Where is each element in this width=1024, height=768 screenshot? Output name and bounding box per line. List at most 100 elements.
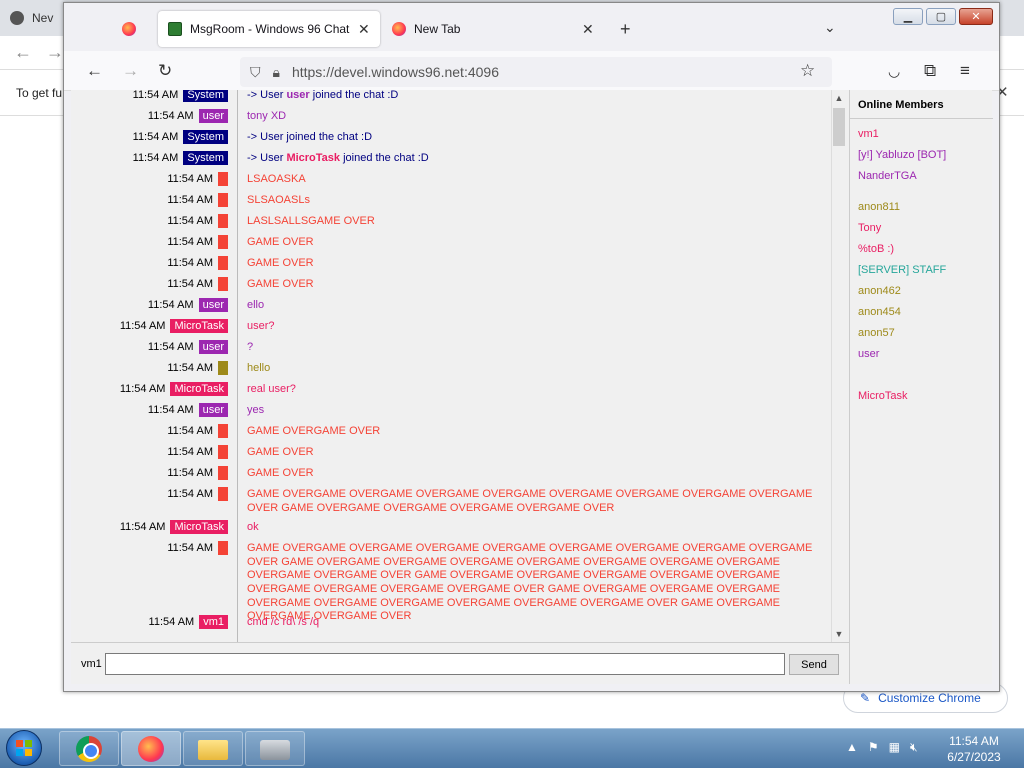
member-item[interactable]: [y!] Yabluzo [BOT] [858, 149, 946, 161]
new-tab-button[interactable]: + [620, 19, 631, 40]
message-time: 11:54 AM [119, 383, 166, 395]
user-badge[interactable] [218, 361, 228, 375]
forward-icon[interactable]: → [122, 61, 139, 81]
send-button[interactable]: Send [789, 654, 839, 675]
user-badge[interactable] [218, 214, 228, 228]
taskbar-clock[interactable]: 11:54 AM 6/27/2023 [944, 733, 1004, 765]
reload-icon[interactable]: ↻ [158, 61, 172, 81]
user-badge[interactable]: user [198, 298, 228, 312]
user-badge[interactable] [218, 445, 228, 459]
user-badge[interactable] [218, 277, 228, 291]
taskbar-firefox[interactable] [121, 731, 181, 766]
member-item[interactable]: anon57 [858, 327, 895, 339]
minimize-button[interactable]: ▁ [893, 8, 923, 25]
chat-log[interactable]: System 11:54 AM -> User user joined the ch… [71, 90, 830, 642]
message-text-prefix: ? [247, 341, 254, 353]
tab-msgroom[interactable]: MsgRoom - Windows 96 Chat ✕ [158, 11, 380, 47]
folder-icon [198, 740, 228, 760]
user-badge[interactable] [218, 424, 228, 438]
message-text: LSAOASKA [247, 173, 824, 187]
member-item[interactable]: %toB :) [858, 243, 894, 255]
user-badge[interactable]: System [183, 130, 228, 144]
network-icon[interactable]: ▦ [889, 740, 900, 755]
member-item[interactable]: anon454 [858, 306, 901, 318]
close-window-button[interactable]: ✕ [959, 8, 993, 25]
pencil-icon: ✎ [860, 691, 871, 705]
user-badge[interactable] [218, 235, 228, 249]
user-badge[interactable]: user [198, 403, 228, 417]
message-text-prefix: GAME OVERGAME OVER [247, 425, 381, 437]
chrome-tab[interactable]: Nev [10, 4, 70, 32]
pocket-icon[interactable]: ◡ [888, 63, 900, 80]
message-text: GAME OVER [247, 467, 824, 481]
user-badge[interactable] [218, 193, 228, 207]
list-all-tabs-icon[interactable]: ⌄ [824, 19, 836, 36]
message-text-prefix: -> User [247, 152, 287, 164]
user-badge[interactable]: user [198, 340, 228, 354]
chrome-forward-icon[interactable]: → [46, 42, 64, 63]
user-badge[interactable]: System [183, 90, 228, 102]
user-badge[interactable] [218, 487, 228, 501]
user-badge[interactable]: vm1 [199, 615, 228, 630]
message-text-prefix: hello [247, 362, 271, 374]
volume-muted-icon[interactable]: 🔇︎ [910, 740, 918, 755]
nickname-label: vm1 [81, 658, 102, 670]
show-hidden-icons-icon[interactable]: ▲ [846, 740, 858, 755]
taskbar-chrome[interactable] [59, 731, 119, 766]
time-column-divider [237, 90, 238, 642]
system-tray: ▲ ⚑ ▦ 🔇︎ [846, 740, 918, 755]
member-item[interactable]: user [858, 348, 879, 360]
chat-scrollbar[interactable] [831, 90, 847, 642]
member-item[interactable]: [SERVER] STAFF [858, 264, 946, 276]
user-badge[interactable]: System [183, 151, 228, 165]
lock-icon[interactable]: 🔒︎ [273, 64, 280, 81]
firefox-icon [138, 736, 164, 762]
chat-message: System 11:54 AM -> User user joined the ch… [71, 90, 828, 106]
message-time: 11:54 AM [167, 278, 213, 290]
user-badge[interactable] [218, 256, 228, 270]
user-badge[interactable]: user [198, 109, 228, 123]
user-badge[interactable]: MicroTask [170, 520, 228, 535]
chat-scrollbar-thumb[interactable] [833, 108, 845, 146]
url-bar[interactable]: ⛉ 🔒︎ https://devel.windows96.net:4096 [240, 57, 832, 87]
firefox-tab-pinned[interactable] [112, 11, 152, 47]
user-badge[interactable]: MicroTask [170, 382, 228, 396]
user-badge[interactable] [218, 541, 228, 556]
taskbar-explorer[interactable] [183, 731, 243, 766]
chat-message: user 11:54 AM ello [71, 295, 828, 316]
message-text-prefix: SLSAOASLs [247, 194, 310, 206]
back-icon[interactable]: ← [86, 61, 103, 81]
member-item[interactable]: Tony [858, 222, 881, 234]
chrome-back-icon[interactable]: ← [14, 42, 32, 63]
menu-icon[interactable]: ≡ [960, 61, 970, 81]
tab-close-icon[interactable]: ✕ [358, 21, 370, 38]
member-item[interactable]: NanderTGA [858, 170, 917, 182]
member-item[interactable]: vm1 [858, 128, 879, 140]
extensions-icon[interactable]: ⧉ [924, 61, 936, 81]
bookmark-star-icon[interactable]: ☆ [800, 61, 815, 81]
shield-icon[interactable]: ⛉ [250, 64, 261, 81]
scroll-up-icon[interactable]: ▲ [831, 93, 847, 103]
user-badge[interactable] [218, 466, 228, 480]
maximize-button[interactable]: ▢ [926, 8, 956, 25]
message-text: GAME OVER [247, 257, 824, 271]
message-text: user? [247, 320, 824, 334]
taskbar-devices[interactable] [245, 731, 305, 766]
online-members-panel: Online Members vm1 [y!] Yabluzo [BOT] Nand… [849, 90, 993, 684]
message-time: 11:54 AM [167, 236, 213, 248]
printer-icon [260, 740, 290, 760]
member-item[interactable]: anon462 [858, 285, 901, 297]
members-divider [850, 118, 993, 119]
member-item[interactable]: anon811 [858, 201, 900, 213]
action-center-icon[interactable]: ⚑ [868, 740, 879, 755]
message-input[interactable] [105, 653, 785, 675]
message-text: GAME OVERGAME OVER [247, 425, 824, 439]
members-title: Online Members [858, 99, 944, 111]
user-badge[interactable]: MicroTask [170, 319, 228, 333]
scroll-down-icon[interactable]: ▼ [831, 629, 847, 639]
tab-new-tab[interactable]: New Tab ✕ [386, 11, 608, 47]
member-item[interactable]: MicroTask [858, 390, 908, 402]
user-badge[interactable] [218, 172, 228, 186]
tab-close-icon[interactable]: ✕ [582, 21, 594, 38]
message-text: -> User joined the chat :D [247, 131, 824, 145]
